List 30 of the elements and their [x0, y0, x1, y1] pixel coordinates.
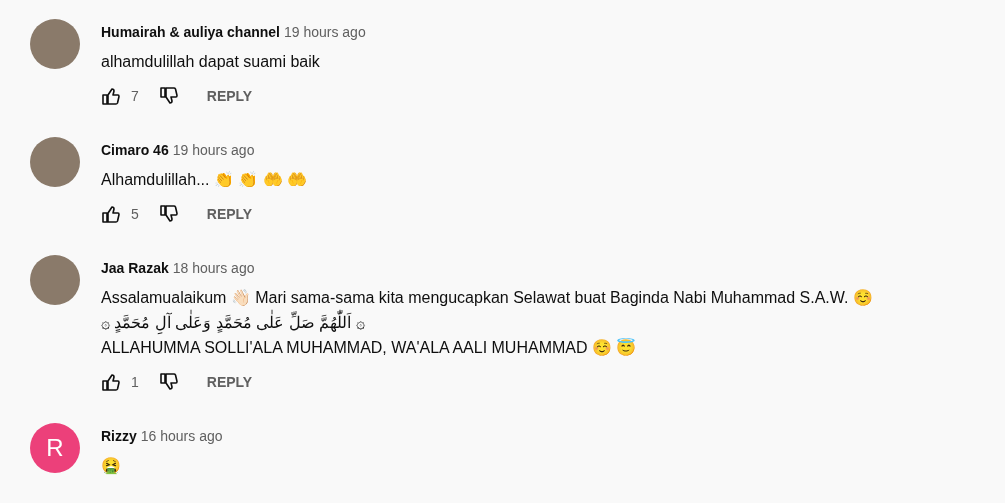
like-count: 1	[131, 372, 139, 392]
comment-text: Assalamualaikum 👋🏻 Mari sama-sama kita mengucapkan Selawat buat Baginda Nabi Muhammad S.A.W. ☺	[101, 288, 873, 308]
author-name[interactable]: Rizzy	[101, 428, 137, 444]
comment-text: Alhamdulillah... 👏 👏 🤲 🤲	[101, 170, 308, 190]
comment-time[interactable]: 16 hours ago	[140, 428, 223, 444]
comment-text: alhamdulillah dapat suami baik	[101, 52, 321, 72]
avatar-photo-placeholder[interactable]	[30, 19, 80, 69]
comment-text: ۞ اَللّٰهُمَّ صَلِّ عَلٰى مُحَمَّدٍ وَعَلٰى آلِ مُحَمَّدٍ ۞	[101, 310, 873, 335]
author-name[interactable]: Humairah & auliya channel	[101, 24, 280, 40]
like-count: 5	[131, 204, 139, 224]
thumbs-down-icon[interactable]	[158, 86, 179, 106]
avatar-photo-placeholder[interactable]	[30, 137, 80, 187]
thumbs-up-icon[interactable]	[101, 204, 121, 224]
reply-button[interactable]: REPLY	[206, 203, 253, 225]
like-count: 7	[131, 86, 139, 106]
comment-text: 🤮	[101, 456, 122, 476]
author-name[interactable]: Jaa Razak	[101, 260, 169, 276]
reply-button[interactable]: REPLY	[206, 371, 253, 393]
comment-text: ALLAHUMMA SOLLI'ALA MUHAMMAD, WA'ALA AALI MUHAMMAD ☺ 😇	[101, 337, 638, 358]
thumbs-down-icon[interactable]	[158, 204, 179, 224]
reply-button[interactable]: REPLY	[206, 85, 253, 107]
thumbs-up-icon[interactable]	[101, 86, 121, 106]
comment-time[interactable]: 19 hours ago	[283, 24, 366, 40]
thumbs-up-icon[interactable]	[101, 372, 121, 392]
comment-time[interactable]: 19 hours ago	[172, 142, 255, 158]
avatar[interactable]: R	[30, 423, 80, 473]
avatar-photo-placeholder[interactable]	[30, 255, 80, 305]
comment-time[interactable]: 18 hours ago	[172, 260, 255, 276]
author-name[interactable]: Cimaro 46	[101, 142, 169, 158]
thumbs-down-icon[interactable]	[158, 372, 179, 392]
